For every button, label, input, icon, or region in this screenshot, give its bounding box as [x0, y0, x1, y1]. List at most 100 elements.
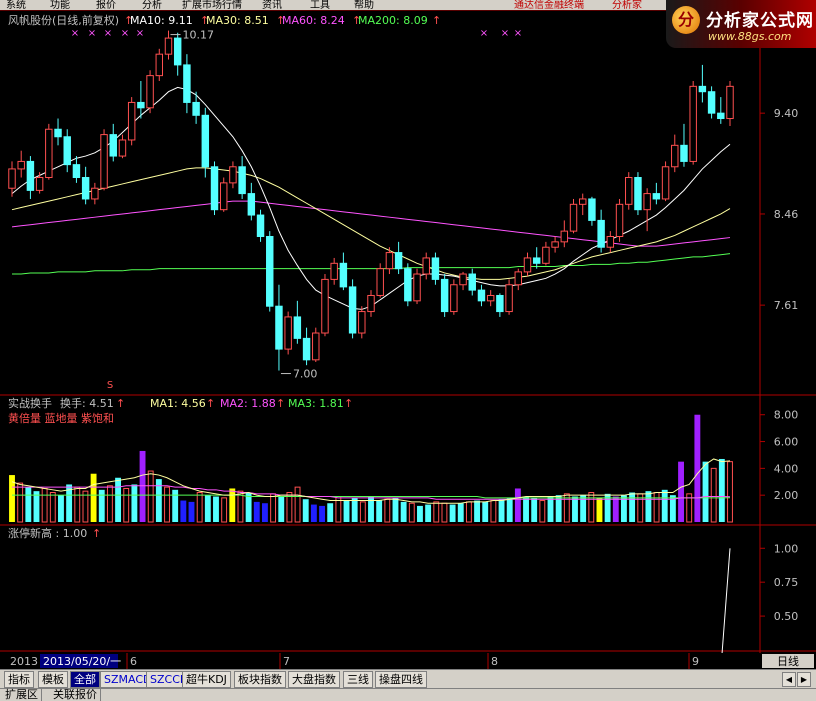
turnover-bar-down: [523, 496, 529, 522]
candle-up: [127, 101, 136, 141]
turnover-bar-purple: [678, 461, 684, 522]
turnover-bar-down: [629, 492, 636, 522]
candle-down: [588, 198, 596, 221]
menu-item-quote[interactable]: 报价: [96, 0, 116, 10]
candle-down: [532, 257, 541, 264]
turnover-bar-up: [588, 492, 595, 523]
turnover-bar-up: [433, 501, 440, 523]
candle-down: [394, 252, 403, 270]
status-tab-extension[interactable]: 扩展区: [2, 689, 42, 701]
candle-up: [100, 134, 108, 189]
candle-down: [707, 91, 716, 114]
candle-down: [192, 101, 200, 116]
turnover-ma1-label: MA1: 4.56: [150, 397, 206, 410]
tab-three-lines[interactable]: 三线: [343, 671, 373, 688]
candle-up: [505, 284, 513, 313]
candle-down: [440, 278, 449, 313]
header-arrow-icon-2: ↑: [276, 14, 285, 27]
turnover-bar-down: [547, 496, 554, 522]
turnover-bar-down: [33, 491, 40, 522]
tab-super-kdj[interactable]: 超牛KDJ: [182, 671, 231, 688]
turnover-bar-purple: [612, 496, 619, 522]
logo-url: www.88gs.com: [708, 30, 792, 43]
candle-down: [247, 193, 256, 216]
status-tab-related-quote[interactable]: 关联报价: [50, 689, 101, 701]
candle-up: [551, 241, 559, 248]
candle-up: [164, 37, 173, 55]
turnover-bar-yellow: [229, 488, 236, 522]
low-price-annotation: 7.00: [293, 368, 318, 381]
turnover-arrow-icon-0: ↑: [116, 397, 125, 410]
turnover-tick-label-3: 8.00: [774, 409, 799, 422]
turnover-bar-down: [417, 505, 423, 522]
tab-template[interactable]: 模板: [38, 671, 68, 688]
turnover-bar-down: [392, 497, 399, 522]
candle-up: [17, 160, 25, 170]
turnover-bar-blue: [188, 501, 195, 522]
candle-down: [597, 219, 605, 248]
date-cursor-label: 2013/05/20/一: [43, 655, 121, 668]
candle-up: [284, 316, 292, 350]
turnover-bar-up: [359, 501, 366, 523]
turnover-bar-down: [572, 496, 578, 522]
tab-scroll-left-icon[interactable]: ◀: [782, 672, 796, 687]
price-tick-label-0: 7.61: [774, 299, 799, 312]
turnover-bar-up: [270, 493, 277, 523]
candle-up: [229, 166, 237, 184]
menu-item-help[interactable]: 帮助: [354, 0, 374, 10]
turnover-bar-down: [474, 500, 481, 522]
header-arrow-icon-3: ↑: [352, 14, 361, 27]
turnover-bar-down: [172, 489, 179, 522]
candle-down: [173, 37, 182, 66]
tab-scroll-right-icon[interactable]: ▶: [797, 672, 811, 687]
stock-title: 风帆股份(日线,前复权): [8, 13, 119, 27]
candle-up: [523, 257, 532, 273]
ma30-label: MA30: 8.51: [206, 14, 269, 27]
month-label-3: 9: [692, 655, 699, 668]
tab-four-lines[interactable]: 操盘四线: [375, 671, 427, 688]
candle-down: [468, 273, 476, 291]
candle-down: [256, 214, 265, 237]
candle-down: [634, 177, 642, 211]
turnover-arrow-icon-1: ↑: [206, 397, 215, 410]
signal-x-marker-7: ×: [514, 28, 522, 39]
menu-item-function[interactable]: 功能: [50, 0, 70, 10]
candle-up: [615, 203, 624, 237]
turnover-bar-up: [196, 492, 203, 523]
turnover-bar-up: [294, 486, 301, 523]
menu-item-tools[interactable]: 工具: [310, 0, 330, 10]
tab-indicator[interactable]: 指标: [4, 671, 34, 688]
turnover-arrow-icon-3: ↑: [344, 397, 353, 410]
tab-all[interactable]: 全部: [70, 671, 100, 688]
status-bar: 扩展区 关联报价: [0, 688, 816, 701]
turnover-tick-label-2: 6.00: [774, 436, 799, 449]
candle-up: [671, 144, 679, 168]
menu-item-system[interactable]: 系统: [6, 0, 26, 10]
candle-up: [450, 284, 458, 313]
ma200-label: MA200: 8.09: [358, 14, 428, 27]
candle-up: [486, 294, 495, 302]
signal-x-marker-1: ×: [88, 28, 96, 39]
turnover-bar-down: [645, 491, 652, 522]
tab-market-index[interactable]: 大盘指数: [288, 671, 340, 688]
candle-down: [652, 193, 661, 200]
turnover-bar-blue: [261, 503, 268, 522]
candle-down: [183, 64, 191, 103]
menu-item-extended-market[interactable]: 扩展市场行情: [182, 0, 242, 10]
candle-down: [266, 235, 274, 307]
limit-tick-label-2: 1.00: [774, 542, 799, 555]
turnover-bar-up: [41, 487, 48, 523]
signal-x-marker-0: ×: [71, 28, 79, 39]
candle-up: [35, 177, 44, 191]
header-arrow-icon-4: ↑: [432, 14, 441, 27]
turnover-bar-down: [58, 495, 64, 522]
tab-szcci[interactable]: SZCCI: [146, 671, 188, 688]
stock-chart[interactable]: 7.618.469.4010.177.00S× × × × × × × ×风帆股份(日线,前复…: [0, 10, 816, 669]
menu-item-news[interactable]: 资讯: [262, 0, 282, 10]
menu-item-analysis[interactable]: 分析: [142, 0, 162, 10]
turnover-bar-blue: [310, 504, 317, 522]
price-tick-label-1: 8.46: [774, 208, 799, 221]
turnover-bar-down: [457, 503, 464, 522]
period-label: 日线: [777, 654, 799, 668]
tab-sector-index[interactable]: 板块指数: [234, 671, 286, 688]
